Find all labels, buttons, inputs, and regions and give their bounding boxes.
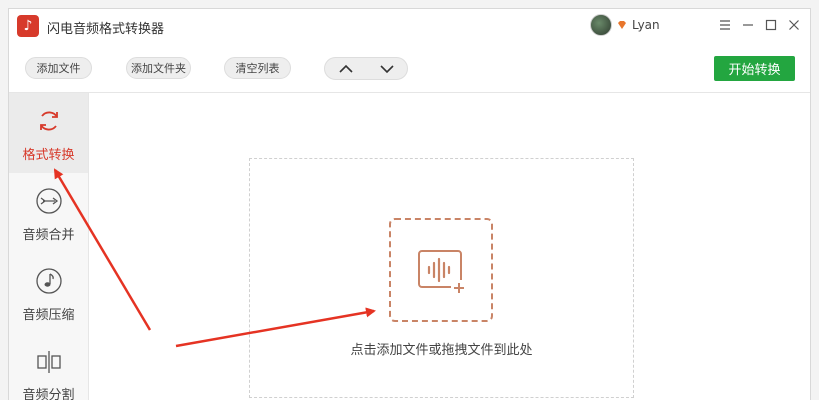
sidebar-item-audio-compress[interactable]: 音频压缩 xyxy=(9,253,88,333)
drop-hint: 点击添加文件或拖拽文件到此处 xyxy=(350,343,533,358)
sidebar: 格式转换 音频合并 音频压缩 音频分割 xyxy=(9,93,89,400)
vip-diamond-icon xyxy=(618,21,626,29)
split-icon xyxy=(37,351,61,373)
sidebar-item-label: 格式转换 xyxy=(22,148,75,163)
maximize-icon[interactable] xyxy=(761,15,781,35)
start-convert-button[interactable]: 开始转换 xyxy=(714,56,795,81)
sidebar-item-label: 音频压缩 xyxy=(22,308,75,323)
minimize-icon[interactable] xyxy=(738,15,758,35)
sidebar-item-audio-split[interactable]: 音频分割 xyxy=(9,333,88,400)
clear-list-button[interactable]: 清空列表 xyxy=(224,57,291,79)
move-down-button[interactable] xyxy=(366,58,407,79)
chevron-down-icon xyxy=(379,64,394,73)
sidebar-item-format-convert[interactable]: 格式转换 xyxy=(9,93,88,173)
merge-icon xyxy=(36,188,62,214)
sidebar-item-audio-merge[interactable]: 音频合并 xyxy=(9,173,88,253)
close-icon[interactable] xyxy=(784,15,804,35)
app-title: 闪电音频格式转换器 xyxy=(47,22,165,37)
avatar[interactable] xyxy=(590,14,612,36)
add-file-button[interactable]: 添加文件 xyxy=(25,57,92,79)
compress-icon xyxy=(36,268,62,294)
refresh-icon xyxy=(40,111,58,131)
audio-add-icon xyxy=(418,250,467,296)
app-logo-icon: ♪ xyxy=(17,15,39,37)
sidebar-item-label: 音频合并 xyxy=(22,228,75,243)
title-bar: ♪ 闪电音频格式转换器 Lyan xyxy=(9,9,810,45)
move-buttons xyxy=(324,57,408,80)
add-file-dropbox[interactable] xyxy=(389,218,493,322)
toolbar: 添加文件 添加文件夹 清空列表 开始转换 xyxy=(9,45,810,93)
username[interactable]: Lyan xyxy=(632,18,660,32)
sidebar-item-label: 音频分割 xyxy=(22,388,75,400)
add-folder-button[interactable]: 添加文件夹 xyxy=(126,57,191,79)
chevron-up-icon xyxy=(338,64,353,73)
menu-icon[interactable] xyxy=(715,15,735,35)
move-up-button[interactable] xyxy=(325,58,366,79)
